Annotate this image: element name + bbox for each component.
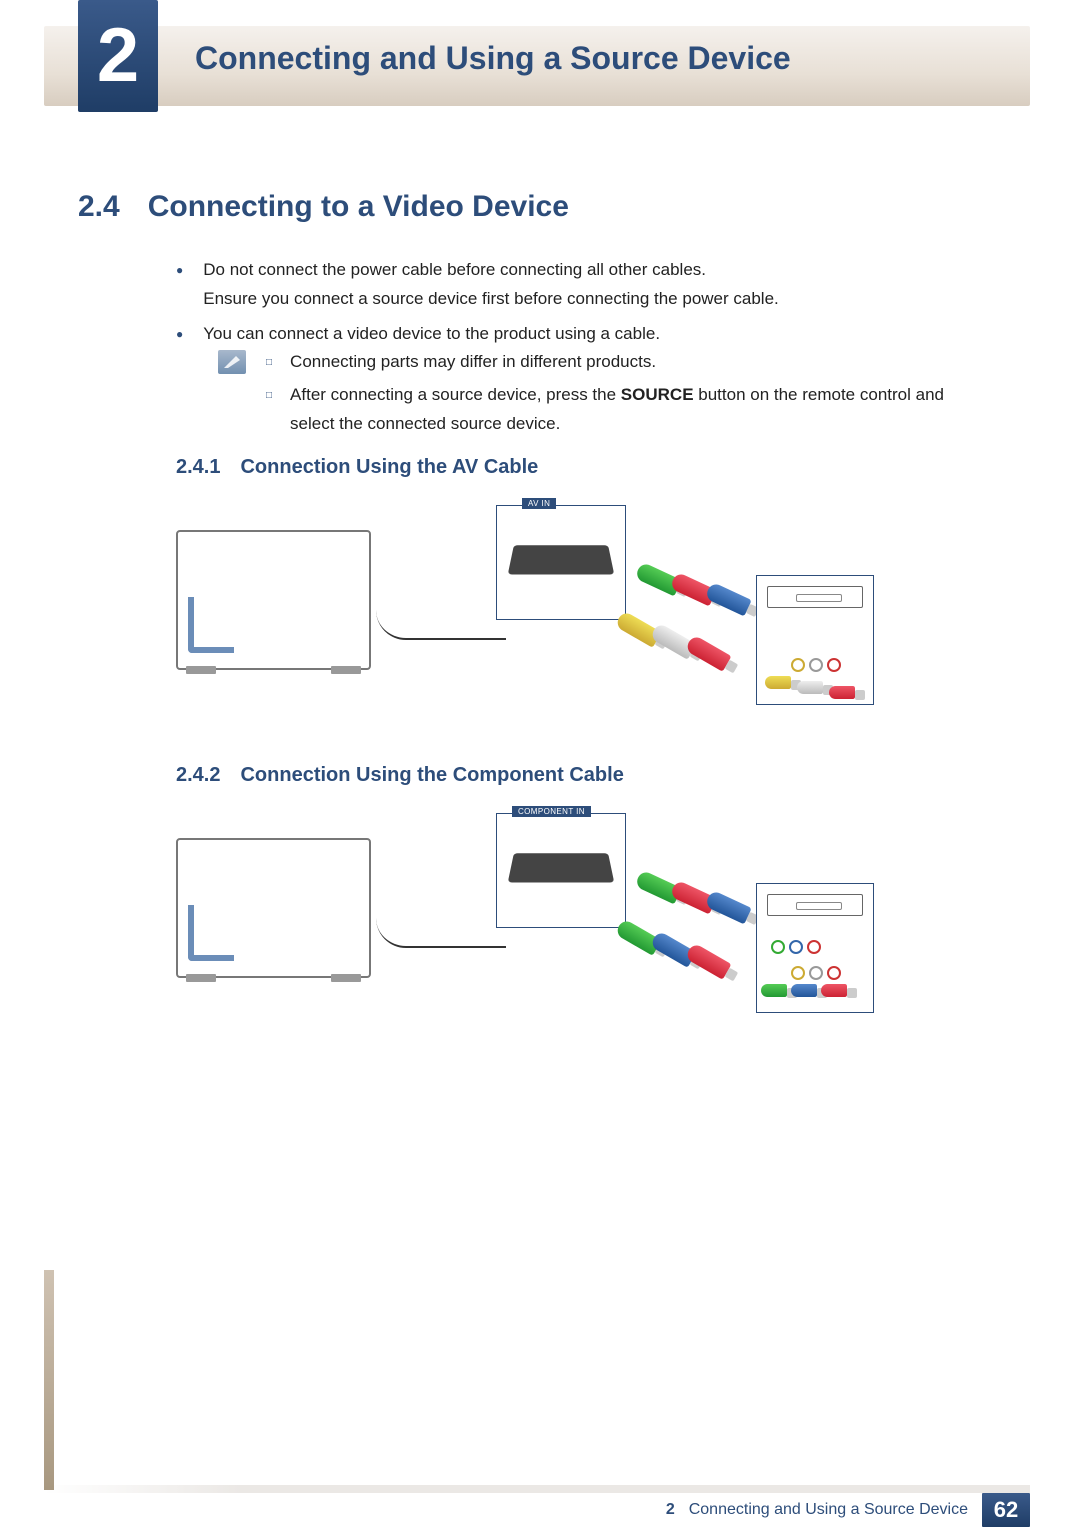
adapter-illustration [508, 853, 615, 882]
source-device-callout [756, 575, 874, 705]
display-back-illustration [176, 530, 371, 670]
section-number: 2.4 [78, 190, 120, 224]
display-back-illustration [176, 838, 371, 978]
adapter-illustration [508, 545, 615, 574]
dvd-player-illustration [767, 586, 863, 608]
component-cable-diagram: COMPONENT IN [176, 808, 876, 1038]
page-number: 62 [994, 1497, 1018, 1523]
note-text: After connecting a source device, press … [290, 381, 980, 439]
list-item: □ Connecting parts may differ in differe… [266, 348, 980, 377]
note-icon [218, 350, 246, 374]
chapter-number: 2 [97, 18, 139, 94]
list-item: ● You can connect a video device to the … [176, 320, 980, 349]
note-text: Connecting parts may differ in different… [290, 348, 656, 377]
port-label: AV IN [522, 498, 556, 509]
bullet-text: Do not connect the power cable before co… [203, 256, 779, 314]
section-heading: 2.4 Connecting to a Video Device [78, 190, 569, 224]
note-block: □ Connecting parts may differ in differe… [218, 348, 980, 443]
chapter-number-badge: 2 [78, 0, 158, 112]
subsection-number: 2.4.2 [176, 764, 220, 787]
subsection-number: 2.4.1 [176, 456, 220, 479]
bullet-icon: ● [176, 324, 183, 349]
bullet-list: ● Do not connect the power cable before … [176, 256, 980, 355]
section-title: Connecting to a Video Device [148, 190, 569, 224]
dvd-player-illustration [767, 894, 863, 916]
list-item: □ After connecting a source device, pres… [266, 381, 980, 439]
port-label: COMPONENT IN [512, 806, 591, 817]
page-footer: 2 Connecting and Using a Source Device 6… [44, 1485, 1030, 1527]
subsection-title: Connection Using the AV Cable [240, 456, 538, 479]
footer-chapter-title: Connecting and Using a Source Device [689, 1501, 968, 1519]
bullet-icon: ● [176, 260, 183, 314]
page-number-badge: 62 [982, 1493, 1030, 1527]
side-accent [44, 1270, 54, 1490]
bullet-text: You can connect a video device to the pr… [203, 320, 660, 349]
av-cable-diagram: AV IN [176, 500, 876, 730]
subsection-title: Connection Using the Component Cable [240, 764, 623, 787]
source-device-callout [756, 883, 874, 1013]
subsection-heading: 2.4.2 Connection Using the Component Cab… [176, 764, 624, 787]
square-bullet-icon: □ [266, 387, 272, 439]
chapter-title: Connecting and Using a Source Device [195, 40, 791, 77]
list-item: ● Do not connect the power cable before … [176, 256, 980, 314]
square-bullet-icon: □ [266, 354, 272, 377]
subsection-heading: 2.4.1 Connection Using the AV Cable [176, 456, 538, 479]
footer-chapter-number: 2 [666, 1501, 675, 1519]
